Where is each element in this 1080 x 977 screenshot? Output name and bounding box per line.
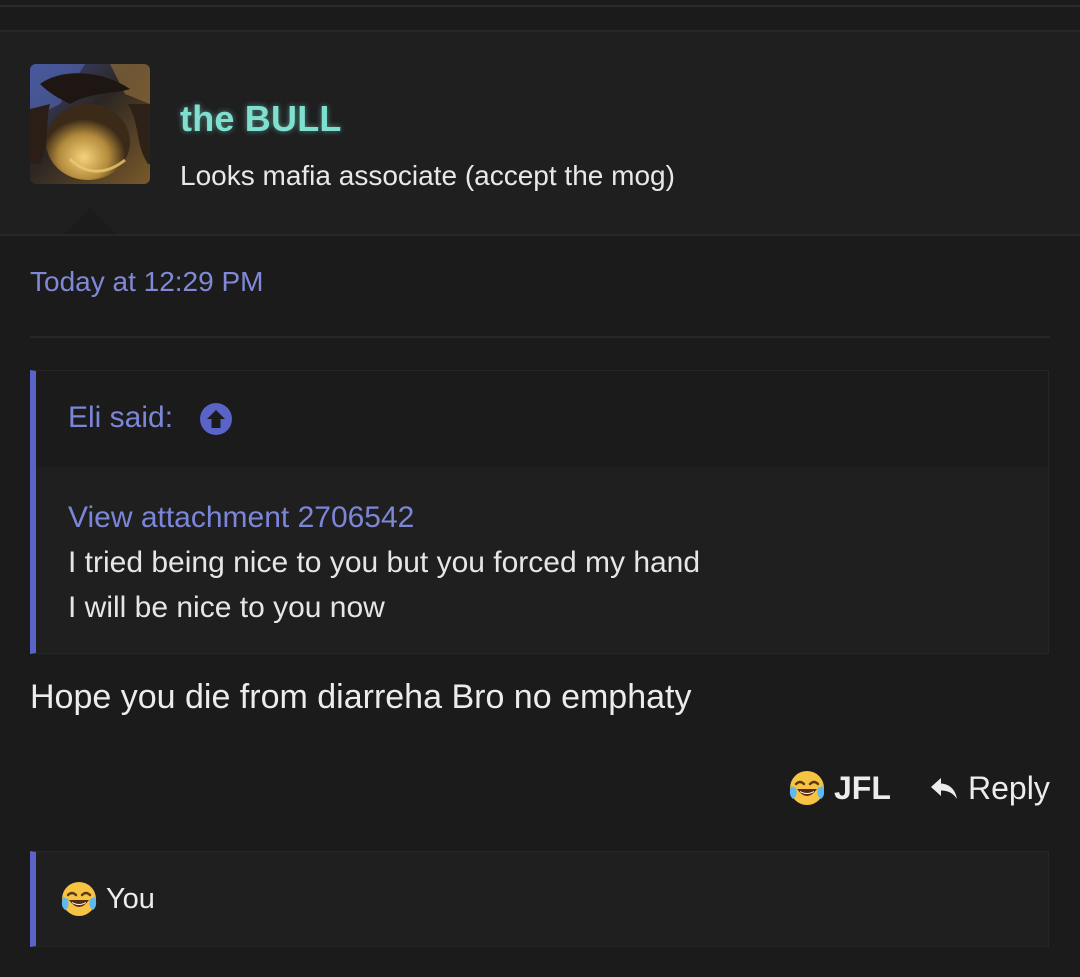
user-title: Looks mafia associate (accept the mog) — [180, 160, 675, 191]
divider — [30, 336, 1050, 338]
tears-of-joy-emoji-icon — [789, 771, 825, 805]
attachment-link[interactable]: View attachment 2706542 — [68, 495, 700, 540]
reply-arrow-icon — [931, 778, 957, 799]
post-message: Hope you die from diarreha Bro no emphat… — [30, 678, 692, 716]
reply-button[interactable]: Reply — [928, 768, 1050, 808]
reactions-bar[interactable]: You — [30, 851, 1049, 947]
username[interactable]: the BULL — [180, 98, 342, 140]
post-pointer — [64, 208, 116, 234]
quote-line: I tried being nice to you but you forced… — [68, 546, 701, 579]
quote-block: Eli said: View attachment 2706542 I trie… — [30, 370, 1049, 654]
top-navigation-strip — [0, 0, 1080, 32]
quote-header: Eli said: — [36, 371, 1048, 467]
reactions-users[interactable]: You — [106, 883, 155, 916]
post-date[interactable]: Today at 12:29 PM — [30, 266, 263, 298]
reply-label: Reply — [968, 769, 1050, 806]
quote-author[interactable]: Eli said: — [68, 401, 173, 435]
reaction-label: JFL — [834, 769, 891, 806]
arrow-up-circle-icon[interactable] — [200, 403, 232, 435]
react-button[interactable]: JFL — [788, 768, 891, 808]
post-user-header: the BULL Looks mafia associate (accept t… — [0, 32, 1080, 236]
tears-of-joy-emoji-icon — [61, 882, 97, 916]
reactions-list: You — [60, 880, 155, 918]
avatar[interactable] — [30, 64, 150, 184]
quote-body: View attachment 2706542 I tried being ni… — [68, 495, 700, 630]
quote-line: I will be nice to you now — [68, 591, 385, 624]
